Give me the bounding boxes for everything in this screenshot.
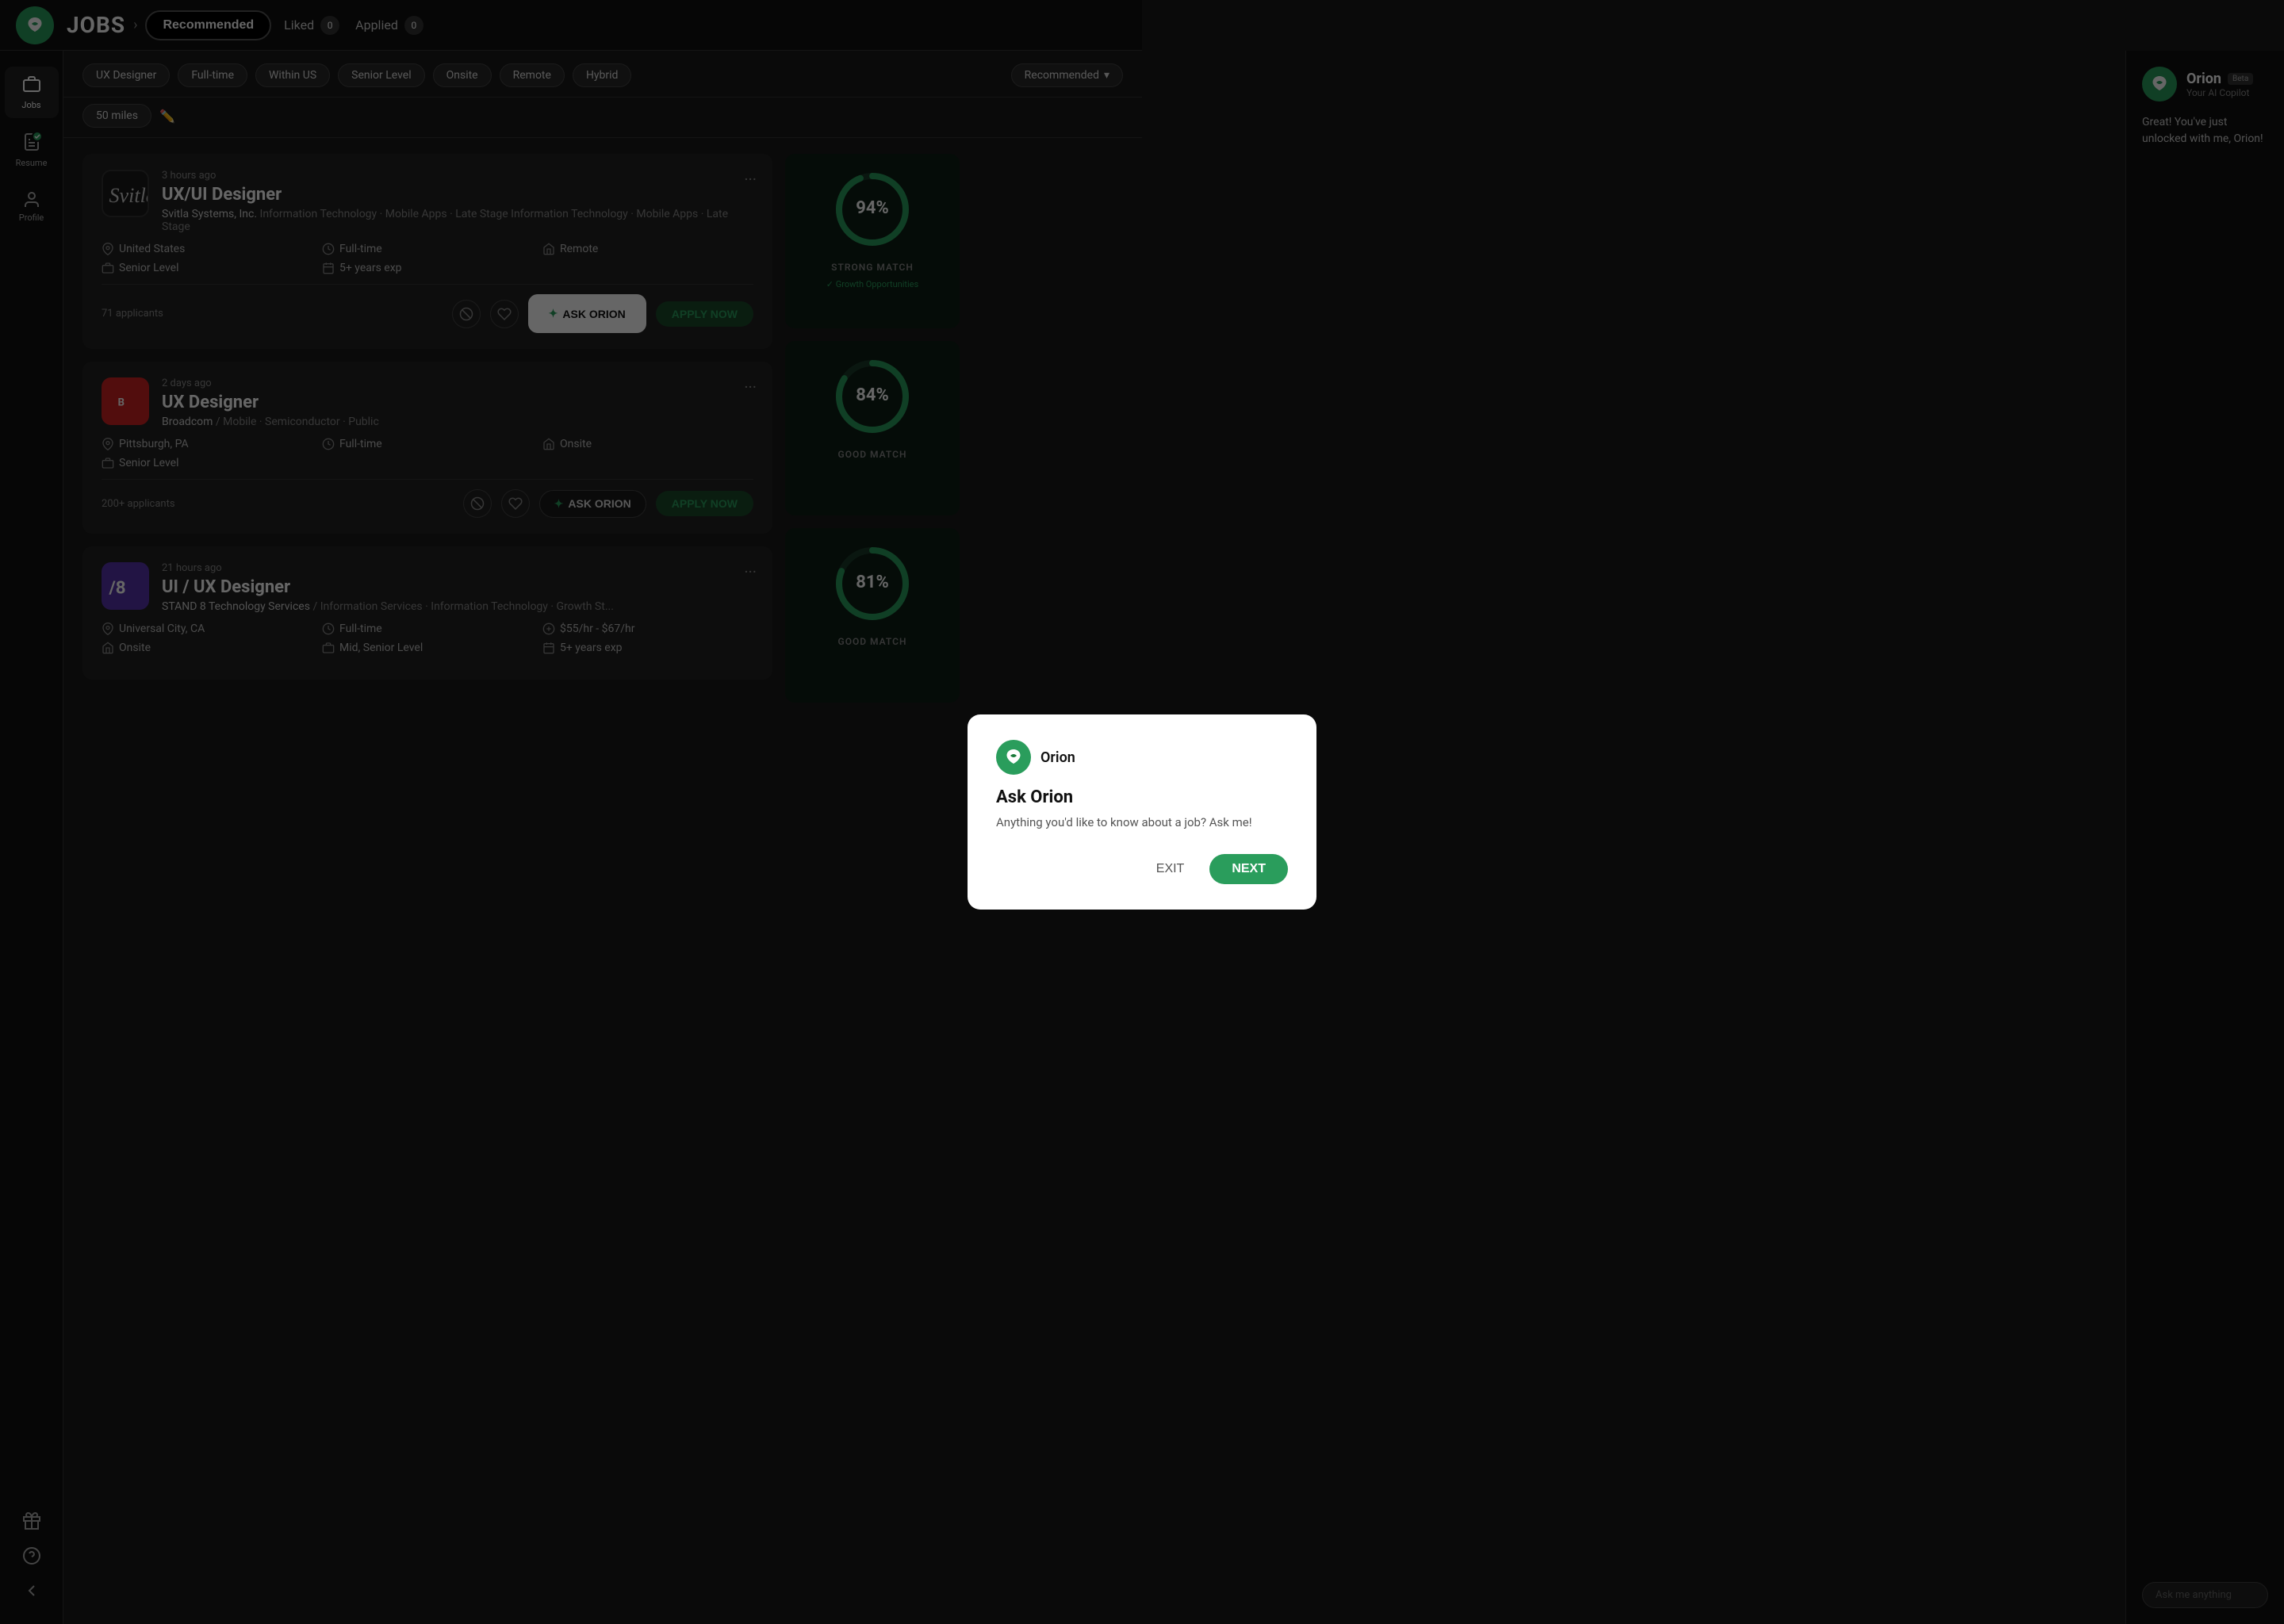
modal-desc: Anything you'd like to know about a job?… [996, 814, 1288, 832]
modal-buttons: EXIT NEXT [996, 854, 1288, 884]
modal-overlay: Orion Ask Orion Anything you'd like to k… [0, 0, 2284, 1624]
modal-title: Ask Orion [996, 787, 1288, 807]
modal-orion-name: Orion [1040, 749, 1075, 766]
modal-next-btn[interactable]: NEXT [1209, 854, 1288, 884]
modal-orion-logo [996, 740, 1031, 775]
modal-exit-btn[interactable]: EXIT [1140, 854, 1201, 884]
ask-orion-modal: Orion Ask Orion Anything you'd like to k… [968, 714, 1316, 910]
modal-orion-header: Orion [996, 740, 1288, 775]
